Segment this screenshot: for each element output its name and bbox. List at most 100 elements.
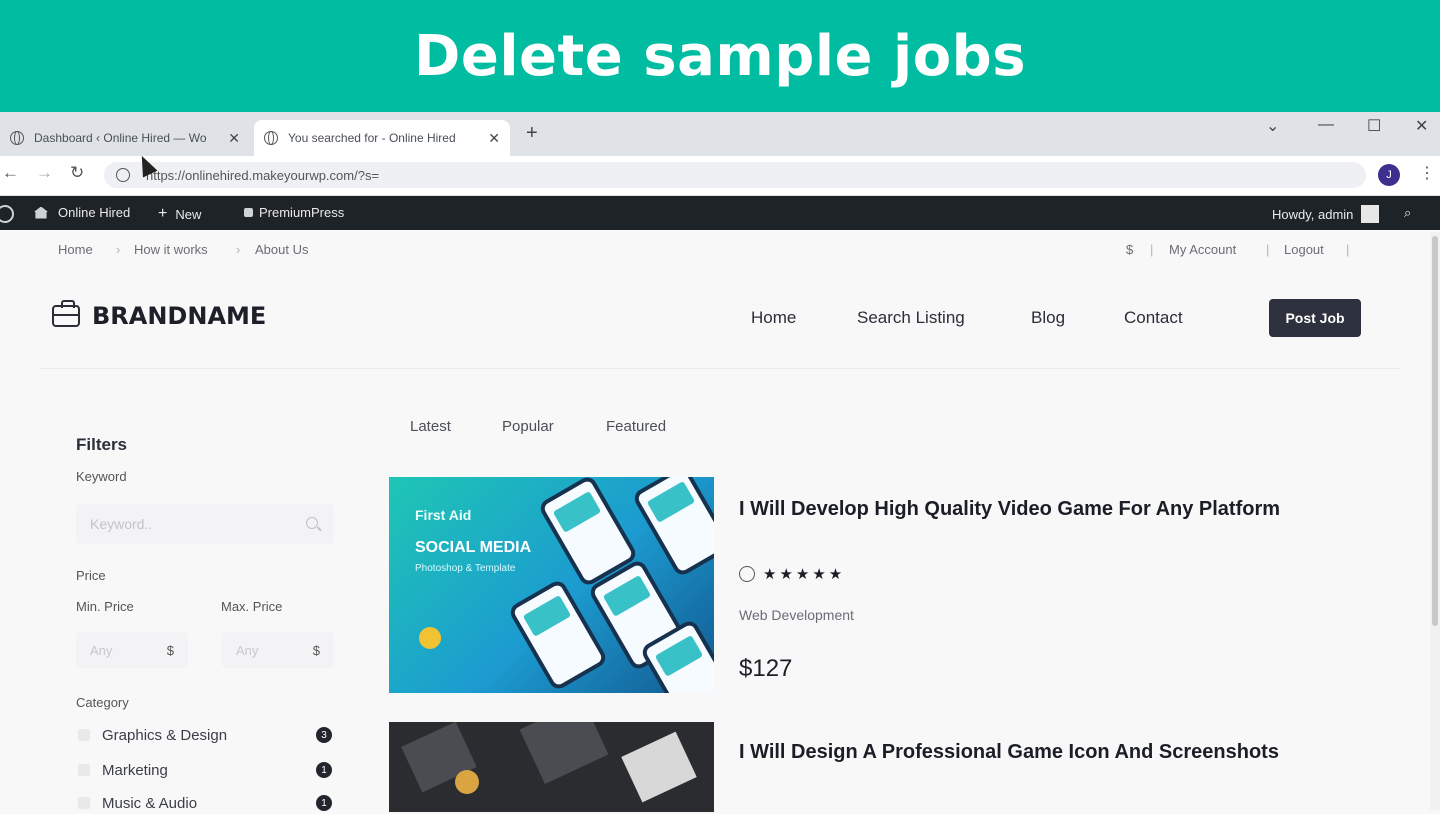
- topnav-home[interactable]: Home: [58, 242, 93, 257]
- wp-admin-bar: Online Hired + New PremiumPress Howdy, a…: [0, 196, 1440, 230]
- topnav-separator: |: [1346, 242, 1350, 257]
- min-price-currency: $: [166, 642, 174, 658]
- globe-icon: [264, 131, 278, 145]
- category-checkbox[interactable]: [78, 797, 90, 809]
- minimize-window-button[interactable]: —: [1318, 116, 1334, 134]
- page-scrollbar[interactable]: [1430, 232, 1440, 810]
- min-price-input[interactable]: Any $: [76, 632, 188, 668]
- scrollbar-thumb[interactable]: [1432, 236, 1438, 626]
- coin-icon: [739, 566, 755, 582]
- address-bar[interactable]: https://onlinehired.makeyourwp.com/?s=: [104, 162, 1366, 188]
- admin-site-name: Online Hired: [58, 205, 131, 220]
- category-name: Music & Audio: [102, 794, 198, 812]
- listing-price: $127: [739, 655, 793, 682]
- listing-thumbnail[interactable]: [389, 722, 714, 812]
- topnav-separator: ›: [236, 242, 241, 257]
- howdy-text: Howdy, admin: [1272, 206, 1354, 222]
- thumb-brand: First Aid: [415, 507, 472, 523]
- thumb-badge-icon: [419, 627, 441, 649]
- globe-icon: [10, 131, 24, 145]
- max-price-currency: $: [312, 642, 320, 658]
- listing-thumbnail[interactable]: First Aid SOCIAL MEDIA Photoshop & Templ…: [389, 477, 714, 693]
- back-arrow-icon[interactable]: ←: [2, 163, 19, 183]
- thumb-subtitle: Photoshop & Template: [415, 563, 516, 574]
- category-checkbox[interactable]: [78, 764, 90, 776]
- min-price-label: Min. Price: [76, 599, 134, 614]
- topnav-separator: |: [1150, 242, 1154, 257]
- tutorial-banner: Delete sample jobs: [0, 0, 1440, 112]
- category-count-badge: 1: [316, 762, 332, 778]
- close-tab-icon[interactable]: ✕: [228, 130, 240, 147]
- admin-new-link[interactable]: + New: [158, 205, 201, 223]
- browser-tab-dashboard[interactable]: Dashboard ‹ Online Hired — Wo ✕: [0, 120, 250, 156]
- category-label: Category: [76, 695, 129, 710]
- category-checkbox[interactable]: [78, 729, 90, 741]
- close-tab-icon[interactable]: ✕: [488, 130, 500, 147]
- category-count-badge: 1: [316, 795, 332, 811]
- topnav-about[interactable]: About Us: [255, 242, 308, 257]
- close-window-button[interactable]: ✕: [1415, 116, 1428, 136]
- maximize-window-button[interactable]: ☐: [1367, 116, 1381, 136]
- nav-home[interactable]: Home: [751, 308, 796, 328]
- price-label: Price: [76, 568, 106, 583]
- premiumpress-icon: [244, 208, 253, 217]
- listing-title[interactable]: I Will Develop High Quality Video Game F…: [739, 496, 1339, 522]
- admin-avatar: [1361, 205, 1380, 223]
- site-info-icon[interactable]: [116, 168, 130, 182]
- topnav-my-account[interactable]: My Account: [1169, 242, 1236, 257]
- site-logo[interactable]: BRANDNAME: [52, 300, 267, 330]
- listing-category[interactable]: Web Development: [739, 607, 854, 623]
- post-job-button[interactable]: Post Job: [1269, 299, 1361, 337]
- search-icon[interactable]: [306, 517, 318, 529]
- min-price-placeholder: Any: [90, 642, 113, 658]
- category-item[interactable]: Music & Audio 1: [78, 792, 336, 814]
- browser-tab-search[interactable]: You searched for - Online Hired ✕: [254, 120, 510, 156]
- topnav-how-it-works[interactable]: How it works: [134, 242, 208, 257]
- nav-blog[interactable]: Blog: [1031, 308, 1065, 328]
- new-tab-button[interactable]: +: [526, 122, 538, 145]
- tab-title: Dashboard ‹ Online Hired — Wo: [34, 131, 207, 145]
- star-rating: ★★★★★: [763, 566, 846, 583]
- admin-new-label: New: [175, 206, 202, 222]
- tab-popular[interactable]: Popular: [502, 418, 554, 435]
- thumb-headline: SOCIAL MEDIA: [415, 539, 532, 556]
- wordpress-logo-icon[interactable]: [0, 205, 14, 223]
- admin-search-icon[interactable]: ⌕: [1404, 205, 1411, 221]
- admin-account-link[interactable]: Howdy, admin: [1272, 205, 1380, 223]
- keyword-placeholder: Keyword..: [90, 516, 153, 532]
- banner-title: Delete sample jobs: [413, 23, 1027, 89]
- brand-name: BRANDNAME: [92, 302, 267, 330]
- nav-search-listing[interactable]: Search Listing: [857, 308, 965, 328]
- tab-featured[interactable]: Featured: [606, 418, 666, 435]
- max-price-label: Max. Price: [221, 599, 283, 614]
- admin-premiumpress-label: PremiumPress: [259, 205, 345, 220]
- admin-site-link[interactable]: Online Hired: [34, 205, 130, 220]
- reload-icon[interactable]: ↻: [70, 163, 84, 183]
- browser-menu-icon[interactable]: ⋮: [1419, 163, 1435, 183]
- tab-search-chevron-icon[interactable]: ⌄: [1266, 116, 1279, 136]
- max-price-placeholder: Any: [236, 642, 259, 658]
- category-name: Graphics & Design: [102, 726, 228, 744]
- url-text: https://onlinehired.makeyourwp.com/?s=: [146, 167, 380, 183]
- topnav-separator: |: [1266, 242, 1270, 257]
- thumb-shape: [621, 731, 697, 803]
- listing-title[interactable]: I Will Design A Professional Game Icon A…: [739, 739, 1339, 765]
- max-price-input[interactable]: Any $: [222, 632, 334, 668]
- category-item[interactable]: Marketing 1: [78, 759, 336, 781]
- admin-premiumpress-link[interactable]: PremiumPress: [244, 205, 344, 220]
- dashboard-icon: [34, 206, 48, 219]
- thumb-shape: [519, 722, 609, 784]
- keyword-label: Keyword: [76, 469, 127, 484]
- tab-latest[interactable]: Latest: [410, 418, 451, 435]
- forward-arrow-icon[interactable]: →: [36, 163, 53, 183]
- nav-contact[interactable]: Contact: [1124, 308, 1183, 328]
- category-name: Marketing: [102, 761, 168, 779]
- plus-icon: +: [158, 205, 168, 222]
- header-divider: [40, 368, 1400, 369]
- keyword-search-input[interactable]: Keyword..: [76, 504, 334, 544]
- category-item[interactable]: Graphics & Design 3: [78, 724, 336, 746]
- topnav-currency[interactable]: $: [1126, 242, 1133, 257]
- profile-avatar[interactable]: J: [1378, 164, 1400, 186]
- topnav-logout[interactable]: Logout: [1284, 242, 1324, 257]
- filters-title: Filters: [76, 435, 128, 454]
